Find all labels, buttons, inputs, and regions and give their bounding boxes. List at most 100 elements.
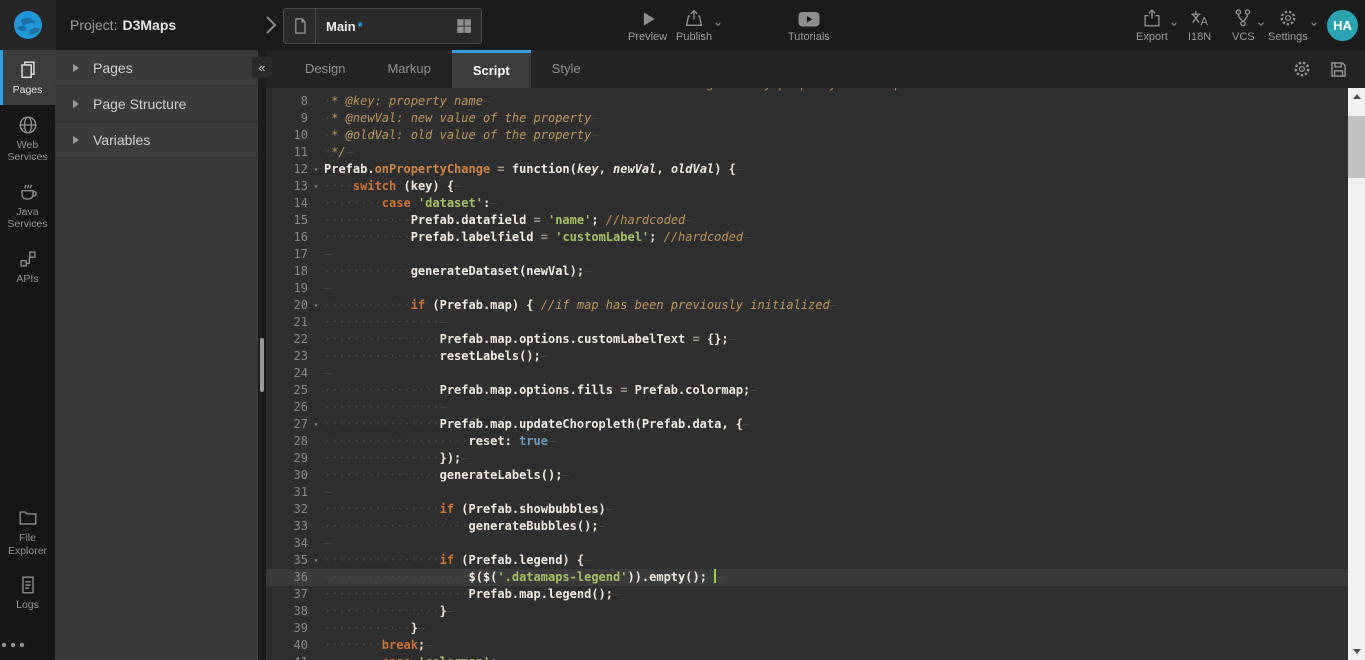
- avatar[interactable]: HA: [1327, 10, 1358, 41]
- code-line[interactable]: 36 ····················$($('.datamaps-le…: [266, 569, 1348, 586]
- scroll-up-arrow-icon[interactable]: [1353, 94, 1361, 99]
- editor-scrollbar[interactable]: [1348, 88, 1365, 660]
- panel-section-variables[interactable]: Variables: [55, 122, 258, 158]
- code-line[interactable]: 17 –: [266, 246, 1348, 263]
- tab-style[interactable]: Style: [531, 50, 602, 88]
- indent-whitespace: ················: [324, 468, 440, 482]
- sidebar-item-java-services[interactable]: Java Services: [0, 172, 55, 239]
- code-line[interactable]: 20▾············if (Prefab.map) { //if ma…: [266, 297, 1348, 314]
- code-token: )).empty();: [627, 570, 706, 584]
- code-line[interactable]: 37 ····················Prefab.map.legend…: [266, 586, 1348, 603]
- code-line[interactable]: 21 ················–: [266, 314, 1348, 331]
- code-line[interactable]: 34 –: [266, 535, 1348, 552]
- code-line[interactable]: 12▾Prefab.onPropertyChange = function(ke…: [266, 161, 1348, 178]
- code-line[interactable]: 19 –: [266, 280, 1348, 297]
- eol-marker: –: [454, 179, 461, 193]
- code-line[interactable]: 31 –: [266, 484, 1348, 501]
- sidebar-item-apis[interactable]: APIs: [0, 239, 55, 294]
- code-line[interactable]: 30 ················generateLabels();–: [266, 467, 1348, 484]
- code-line[interactable]: 22 ················Prefab.map.options.cu…: [266, 331, 1348, 348]
- preview-button[interactable]: Preview: [628, 7, 667, 43]
- sidebar-item-logs[interactable]: Logs: [0, 565, 55, 620]
- code-line[interactable]: 25 ················Prefab.map.options.fi…: [266, 382, 1348, 399]
- panel-section-page-structure[interactable]: Page Structure: [55, 86, 258, 122]
- top-bar: Project: D3Maps Main*: [0, 0, 1365, 50]
- tutorials-button[interactable]: Tutorials: [788, 7, 830, 43]
- code-line[interactable]: 27▾················Prefab.map.updateChor…: [266, 416, 1348, 433]
- settings-button[interactable]: Settings: [1268, 7, 1308, 43]
- code-line[interactable]: 8 ·* @key: property name–: [266, 93, 1348, 110]
- code-line[interactable]: 16 ············Prefab.labelfield = 'cust…: [266, 229, 1348, 246]
- line-number: 33: [266, 518, 308, 535]
- code-line[interactable]: 35▾················if (Prefab.legend) {–: [266, 552, 1348, 569]
- code-line[interactable]: 33 ····················generateBubbles()…: [266, 518, 1348, 535]
- line-number: 9: [266, 110, 308, 127]
- script-editor[interactable]: 7 ·* this function will be invoked when …: [266, 88, 1348, 660]
- code-line[interactable]: 28 ····················reset: true–: [266, 433, 1348, 450]
- eol-marker: –: [490, 196, 497, 210]
- fold-arrow-icon[interactable]: ▾: [308, 178, 324, 195]
- app-logo[interactable]: [0, 0, 56, 50]
- fold-arrow-icon[interactable]: ▾: [308, 416, 324, 433]
- fold-arrow-icon[interactable]: ▾: [308, 161, 324, 178]
- scroll-down-arrow-icon[interactable]: [1353, 649, 1361, 654]
- tab-script[interactable]: Script: [452, 50, 531, 88]
- code-token: });: [440, 451, 462, 465]
- panel-scrollbar-thumb[interactable]: [260, 338, 264, 392]
- code-line[interactable]: 32 ················if (Prefab.showbubble…: [266, 501, 1348, 518]
- indent-whitespace: ····: [324, 179, 353, 193]
- code-line[interactable]: 40 ········break;–: [266, 637, 1348, 654]
- chevron-right-icon[interactable]: [258, 13, 282, 37]
- indent-whitespace: ········: [324, 196, 382, 210]
- eol-marker: –: [483, 94, 490, 108]
- panel-scrollbar[interactable]: [258, 50, 266, 660]
- code-line[interactable]: 13▾····switch (key) {–: [266, 178, 1348, 195]
- code-line[interactable]: 41 ········case 'colormap':–: [266, 654, 1348, 660]
- grid-icon[interactable]: [447, 17, 481, 35]
- expand-arrow-icon: [73, 136, 79, 144]
- panel-section-pages[interactable]: Pages: [55, 50, 258, 86]
- code-token: generateBubbles();: [469, 519, 599, 533]
- code-line[interactable]: 10 ·* @oldVal: old value of the property…: [266, 127, 1348, 144]
- tab-markup[interactable]: Markup: [366, 50, 451, 88]
- code-line[interactable]: 18 ············generateDataset(newVal);–: [266, 263, 1348, 280]
- publish-button[interactable]: Publish: [676, 7, 712, 43]
- code-line[interactable]: 23 ················resetLabels();–: [266, 348, 1348, 365]
- line-number: 10: [266, 127, 308, 144]
- more-options-button[interactable]: [0, 640, 55, 650]
- code-line[interactable]: 29 ················});–: [266, 450, 1348, 467]
- code-token: }: [411, 621, 418, 635]
- code-line[interactable]: 11 ·*/–: [266, 144, 1348, 161]
- eol-marker: –: [346, 145, 353, 159]
- editor-scrollbar-thumb[interactable]: [1348, 116, 1365, 178]
- sidebar-item-web-services[interactable]: Web Services: [0, 105, 55, 172]
- save-button[interactable]: [1328, 50, 1349, 88]
- gutter-spacer: [308, 348, 324, 365]
- fold-arrow-icon[interactable]: ▾: [308, 297, 324, 314]
- code-line[interactable]: 14 ········case 'dataset':–: [266, 195, 1348, 212]
- code-line[interactable]: 9 ·* @newVal: new value of the property–: [266, 110, 1348, 127]
- code-line[interactable]: 26 ················–: [266, 399, 1348, 416]
- project-name: D3Maps: [122, 17, 176, 33]
- code-token: 'name': [548, 213, 591, 227]
- code-line[interactable]: 38 ················}–: [266, 603, 1348, 620]
- export-button[interactable]: Export: [1136, 7, 1168, 43]
- sidebar-item-pages[interactable]: Pages: [0, 50, 55, 105]
- tab-design[interactable]: Design: [284, 50, 366, 88]
- code-line[interactable]: 39 ············}–: [266, 620, 1348, 637]
- code-line[interactable]: 15 ············Prefab.datafield = 'name'…: [266, 212, 1348, 229]
- i18n-button[interactable]: AI18N: [1188, 7, 1211, 43]
- indent-whitespace: ············: [324, 621, 411, 635]
- logs-icon: [0, 574, 55, 596]
- code-line[interactable]: 24 –: [266, 365, 1348, 382]
- editor-settings-button[interactable]: [1291, 50, 1313, 88]
- sidebar-item-file-explorer[interactable]: File Explorer: [0, 498, 55, 565]
- vcs-button[interactable]: VCS: [1232, 7, 1255, 43]
- line-number: 32: [266, 501, 308, 518]
- page-tab-main[interactable]: Main*: [283, 8, 482, 44]
- fold-arrow-icon[interactable]: ▾: [308, 552, 324, 569]
- collapse-panel-button[interactable]: «: [252, 57, 272, 78]
- expand-arrow-icon: [73, 100, 79, 108]
- eol-marker: –: [685, 213, 692, 227]
- code-token: if: [440, 553, 454, 567]
